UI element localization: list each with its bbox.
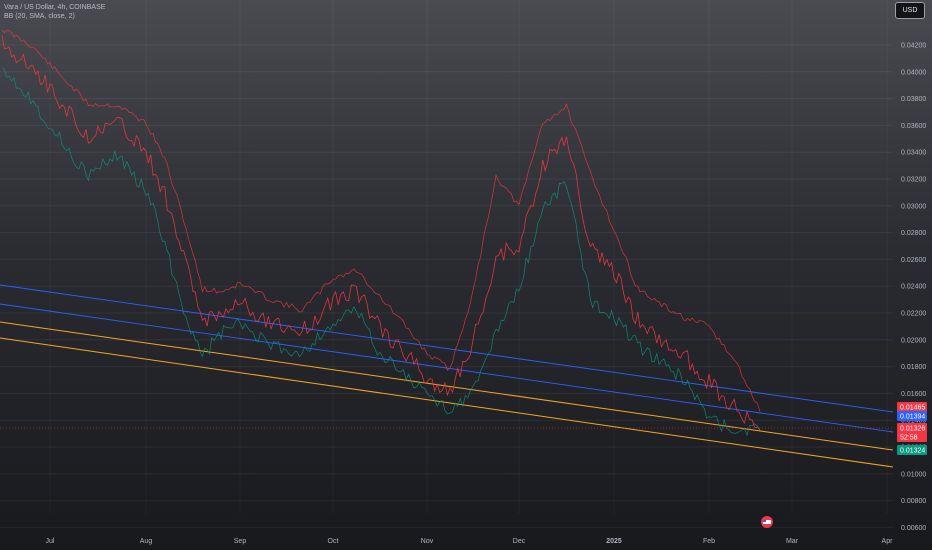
- x-tick-label: Oct: [328, 538, 339, 545]
- price-axis[interactable]: 0.04200 0.04000 0.03800 0.03600 0.03400 0.032…: [901, 43, 926, 532]
- y-tick-label: 0.01000: [901, 471, 926, 478]
- symbol-title[interactable]: Vara / US Dollar, 4h, COINBASE: [4, 3, 105, 12]
- y-tick-label: 0.00800: [901, 498, 926, 505]
- price-tag-label: 0.01326: [900, 426, 925, 433]
- y-tick-label: 0.04000: [901, 69, 926, 76]
- y-tick-label: 0.03000: [901, 203, 926, 210]
- y-tick-label: 0.02400: [901, 284, 926, 291]
- currency-button[interactable]: USD: [895, 2, 925, 19]
- y-tick-label: 0.03200: [901, 177, 926, 184]
- x-tick-label: Mar: [786, 538, 799, 545]
- y-tick-label: 0.01800: [901, 364, 926, 371]
- y-tick-label: 0.04200: [901, 43, 926, 50]
- x-tick-label: Feb: [703, 538, 715, 545]
- price-tag-label: 0.01324: [900, 448, 925, 455]
- chart-grid: [0, 0, 893, 528]
- x-tick-label: Dec: [513, 538, 526, 545]
- trendlines[interactable]: [0, 284, 894, 468]
- y-tick-label: 0.02800: [901, 230, 926, 237]
- y-tick-label: 0.03400: [901, 150, 926, 157]
- time-axis[interactable]: Jul Aug Sep Oct Nov Dec 2025 Feb Mar Apr: [46, 538, 894, 545]
- x-tick-label: 2025: [606, 538, 622, 545]
- series-bb_lower: [1, 67, 761, 437]
- price-tag-label: 0.01394: [900, 414, 925, 421]
- flag-icon[interactable]: [761, 516, 773, 528]
- x-tick-label: Sep: [234, 538, 247, 545]
- y-tick-label: 0.02000: [901, 337, 926, 344]
- y-tick-label: 0.02600: [901, 257, 926, 264]
- price-tag-label: 0.01465: [900, 405, 925, 412]
- x-tick-label: Apr: [882, 538, 894, 545]
- y-tick-label: 0.00600: [901, 525, 926, 532]
- x-tick-label: Aug: [140, 538, 153, 545]
- x-tick-label: Nov: [421, 538, 434, 545]
- y-tick-label: 0.01600: [901, 391, 926, 398]
- support-line-upper: [0, 321, 894, 451]
- y-tick-label: 0.03800: [901, 96, 926, 103]
- indicator-label[interactable]: BB (20, SMA, close, 2): [4, 12, 105, 21]
- y-tick-label: 0.02200: [901, 311, 926, 318]
- price-chart[interactable]: 0.04200 0.04000 0.03800 0.03600 0.03400 0.032…: [0, 0, 932, 550]
- price-tag-label: 52:58: [900, 435, 918, 442]
- price-tags: 0.01465 0.01394 0.01326 52:58 0.01324: [897, 402, 927, 455]
- y-tick-label: 0.03600: [901, 123, 926, 130]
- x-tick-label: Jul: [46, 538, 55, 545]
- support-line-lower: [0, 337, 894, 468]
